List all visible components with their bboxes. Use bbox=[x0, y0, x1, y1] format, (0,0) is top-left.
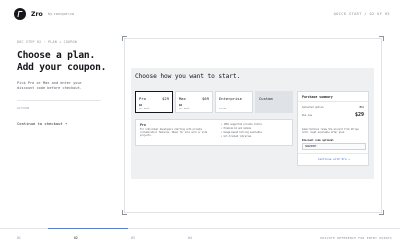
frame-corner-mark bbox=[379, 210, 384, 215]
plan-feature-item: • Git-tracked libraries bbox=[221, 134, 252, 138]
plan-detail-card: Pro For individual developers starting w… bbox=[135, 119, 293, 146]
plan-period: per month bbox=[179, 108, 190, 110]
plan-option-enterprise[interactable]: Enterprise custom bbox=[215, 91, 253, 113]
page-title: Choose a plan. Add your coupon. bbox=[17, 50, 112, 74]
plan-option-max[interactable]: Max $69 $0 per month bbox=[175, 91, 213, 113]
brand-logo-icon[interactable] bbox=[14, 8, 26, 20]
app-title: Choose how you want to start. bbox=[135, 73, 241, 80]
frame-corner-mark bbox=[122, 36, 127, 41]
summary-row-label: Due now bbox=[302, 113, 313, 117]
divider bbox=[298, 101, 368, 102]
timeline-step[interactable]: 04 bbox=[188, 236, 192, 240]
timeline-progress bbox=[48, 228, 128, 229]
summary-title: Purchase summary bbox=[302, 95, 333, 99]
discount-code-input[interactable]: SNAPSHOT bbox=[302, 143, 366, 150]
breadcrumb: DOC STEP 02 · PLAN + COUPON bbox=[17, 40, 77, 44]
page-title-line-2: Add your coupon. bbox=[17, 62, 107, 73]
summary-total-value: $29 bbox=[354, 112, 364, 118]
brand-name: Zro bbox=[31, 10, 43, 18]
page-title-line-1: Choose a plan. bbox=[17, 50, 96, 61]
brand-byline: by conquer.co bbox=[47, 12, 75, 16]
purchase-summary-card: Purchase summary Selected option Pro Due… bbox=[297, 91, 369, 166]
timeline-step[interactable]: 03 bbox=[131, 236, 135, 240]
frame-corner-mark bbox=[379, 36, 384, 41]
intro-description: Pick Pro or Max and enter your discount … bbox=[17, 81, 82, 91]
plan-price: $29 bbox=[162, 96, 169, 101]
plan-selector: Pro $29 $0 per month Max $69 $0 per mont… bbox=[135, 91, 293, 113]
action-label: ACTION bbox=[17, 106, 30, 111]
continue-with-pro-button[interactable]: Continue with Pro → bbox=[302, 156, 366, 163]
plan-option-custom[interactable]: Custom bbox=[255, 91, 293, 113]
timeline-step[interactable]: 02 bbox=[74, 236, 78, 240]
continue-to-checkout-link[interactable]: Continue to checkout → bbox=[17, 121, 67, 126]
plan-detail-description: For individual developers starting with … bbox=[140, 128, 208, 138]
plan-name: Enterprise bbox=[219, 96, 242, 101]
summary-row-selected: Selected option Pro bbox=[302, 106, 364, 109]
frame-corner-mark bbox=[122, 210, 127, 215]
plan-period: custom bbox=[219, 108, 227, 110]
intro-panel: DOC STEP 02 · PLAN + COUPON Choose a pla… bbox=[17, 40, 112, 129]
step-indicator: QUICK START / 02 OF 05 bbox=[333, 12, 390, 16]
preview-frame: Choose how you want to start. Pro $29 $0… bbox=[122, 36, 384, 215]
plan-period: per month bbox=[139, 108, 150, 110]
plan-name: Max bbox=[179, 96, 186, 101]
divider bbox=[17, 100, 101, 102]
summary-row-label: Selected option bbox=[302, 106, 324, 109]
plan-option-pro[interactable]: Pro $29 $0 per month bbox=[135, 91, 173, 113]
divider bbox=[298, 153, 368, 154]
plan-feature-list: • 100% supported private limits • Premiu… bbox=[221, 123, 262, 139]
summary-row-value: Pro bbox=[359, 106, 364, 109]
checkout-app: Choose how you want to start. Pro $29 $0… bbox=[131, 68, 374, 179]
plan-subprice: $0 bbox=[179, 104, 182, 107]
plan-name: Pro bbox=[139, 96, 146, 101]
timeline-caption: PRIVATE REFERENCE FOR ENTRY POINTS bbox=[320, 236, 392, 240]
plan-subprice: $0 bbox=[139, 104, 142, 107]
summary-row-due: Due now $29 bbox=[302, 112, 364, 118]
timeline-step[interactable]: 01 bbox=[17, 236, 21, 240]
plan-name: Custom bbox=[259, 96, 273, 101]
step-timeline: 01 02 03 04 PRIVATE REFERENCE FOR ENTRY … bbox=[0, 228, 400, 250]
plan-detail-name: Pro bbox=[140, 123, 146, 127]
summary-note: Subscriptions renew the account from Str… bbox=[302, 128, 359, 135]
discount-code-label: Discount code optional bbox=[302, 139, 334, 142]
plan-price: $69 bbox=[202, 96, 209, 101]
